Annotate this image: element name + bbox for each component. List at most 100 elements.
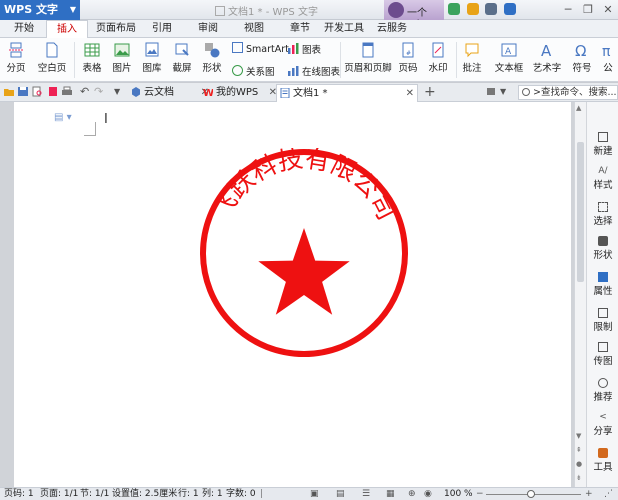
sidebar-item-recommend[interactable]: 推荐	[587, 378, 618, 403]
page-break-button[interactable]: 分页	[2, 42, 30, 74]
status-word-count[interactable]: 字数: 0	[226, 488, 256, 500]
user-account[interactable]: 一个min	[384, 0, 444, 30]
property-icon	[598, 272, 608, 282]
tab-references[interactable]: 引用	[144, 20, 180, 38]
status-column[interactable]: 列: 1	[202, 488, 223, 500]
status-setting-value[interactable]: 设置值: 2.5厘米	[112, 488, 177, 500]
status-page-number[interactable]: 页码: 1	[4, 488, 34, 500]
company-seal[interactable]: 飞跃科技有限公司	[199, 148, 409, 358]
maximize-icon[interactable]: ❐	[578, 0, 598, 20]
tab-section[interactable]: 章节	[282, 20, 318, 38]
tab-page-layout[interactable]: 页面布局	[92, 20, 140, 38]
full-screen-icon[interactable]: ▣	[310, 488, 319, 500]
relation-chart-button[interactable]: 关系图	[232, 64, 275, 78]
new-tab-icon[interactable]: +	[424, 83, 436, 101]
gallery-button[interactable]: 图库	[138, 42, 166, 74]
page-number-button[interactable]: # 页码	[394, 42, 422, 74]
status-section[interactable]: 节: 1/1	[80, 488, 109, 500]
tab-developer[interactable]: 开发工具	[322, 20, 366, 38]
screenshot-button[interactable]: 截屏	[168, 42, 196, 74]
textbox-button[interactable]: A 文本框	[492, 42, 526, 74]
svg-text:A: A	[541, 42, 552, 58]
chevron-down-icon[interactable]: ▼	[500, 86, 510, 97]
undo-icon[interactable]: ↶	[80, 86, 90, 97]
tab-my-wps[interactable]: W 我的WPS ✕	[200, 84, 280, 101]
tab-review[interactable]: 审阅	[190, 20, 226, 38]
tab-cloud-service[interactable]: 云服务	[370, 20, 414, 38]
smartart-button[interactable]: SmartArt	[232, 42, 289, 55]
zoom-out-icon[interactable]: −	[476, 488, 484, 500]
sidebar-item-share[interactable]: < 分享	[587, 412, 618, 437]
close-icon[interactable]: ✕	[598, 0, 618, 20]
print-preview-icon[interactable]	[32, 86, 42, 97]
command-search-input[interactable]: >查找命令、搜索...	[518, 85, 618, 100]
gear-icon[interactable]	[485, 3, 497, 15]
web-view-icon[interactable]: ⊕	[408, 488, 416, 500]
reading-view-icon[interactable]: ▦	[386, 488, 395, 500]
close-tab-icon[interactable]: ✕	[406, 85, 414, 102]
chart-icon	[288, 43, 299, 54]
blank-page-button[interactable]: 空白页	[34, 42, 70, 74]
eye-icon[interactable]: ◉	[424, 488, 432, 500]
save-icon[interactable]	[18, 86, 28, 97]
page-view-icon[interactable]: ▤	[336, 488, 345, 500]
tab-home[interactable]: 开始	[4, 20, 44, 38]
shape-button[interactable]: 形状	[198, 42, 226, 74]
wordart-icon: A	[541, 42, 552, 58]
picture-icon	[114, 43, 130, 57]
scroll-up-icon[interactable]: ▲	[576, 104, 581, 112]
zoom-slider-thumb[interactable]	[527, 490, 535, 498]
zoom-in-icon[interactable]: +	[585, 488, 593, 500]
sidebar-item-upload-image[interactable]: 传图	[587, 342, 618, 367]
comment-button[interactable]: 批注	[460, 42, 484, 74]
open-folder-icon[interactable]	[4, 86, 14, 97]
formula-button[interactable]: π 公	[598, 42, 618, 74]
redo-icon[interactable]: ↷	[94, 86, 104, 97]
minimize-icon[interactable]: ─	[558, 0, 578, 20]
previous-page-icon[interactable]: ⇞	[576, 446, 582, 454]
title-bar: WPS 文字 ▼ 文档1 * - WPS 文字 一个min ─❐✕	[0, 0, 618, 30]
help-icon[interactable]	[503, 3, 516, 15]
watermark-button[interactable]: 水印	[424, 42, 452, 74]
tab-insert[interactable]: 插入	[46, 20, 88, 39]
online-chart-button[interactable]: 在线图表	[288, 64, 340, 78]
print-icon[interactable]	[62, 86, 72, 97]
status-pages[interactable]: 页面: 1/1	[40, 488, 78, 500]
select-browse-icon[interactable]: ●	[576, 460, 582, 468]
header-footer-icon	[362, 42, 374, 58]
restrict-icon	[598, 308, 608, 318]
tab-view[interactable]: 视图	[236, 20, 272, 38]
sidebar-item-restrict[interactable]: 限制	[587, 308, 618, 333]
picture-button[interactable]: 图片	[108, 42, 136, 74]
sidebar-item-shape[interactable]: 形状	[587, 236, 618, 261]
notification-icon[interactable]	[466, 3, 479, 15]
app-name: WPS 文字	[4, 3, 58, 16]
sidebar-item-new[interactable]: 新建	[587, 132, 618, 157]
sidebar-item-select[interactable]: 选择	[587, 202, 618, 227]
status-line[interactable]: 行: 1	[178, 488, 199, 500]
wordart-button[interactable]: A 艺术字	[530, 42, 564, 74]
sidebar-item-style[interactable]: A/样式	[587, 166, 618, 191]
zoom-level[interactable]: 100 %	[444, 488, 473, 500]
tab-list-icon[interactable]	[486, 86, 496, 97]
sidebar-item-tools[interactable]: 工具	[587, 448, 618, 473]
next-page-icon[interactable]: ⇟	[576, 474, 582, 482]
scrollbar-thumb[interactable]	[577, 142, 584, 282]
scroll-down-icon[interactable]: ▼	[576, 432, 581, 440]
vertical-scrollbar[interactable]: ▲ ▼ ⇞ ● ⇟	[574, 102, 586, 487]
document-page[interactable]: ▤ ▾ I 飞跃科技有限公司	[14, 102, 571, 487]
sidebar-item-property[interactable]: 属性	[587, 272, 618, 297]
omega-icon: Ω	[575, 42, 586, 58]
skin-icon[interactable]	[448, 3, 460, 15]
app-menu-button[interactable]: WPS 文字 ▼	[0, 0, 80, 20]
tab-document-1[interactable]: 文档1 * ✕	[276, 84, 418, 102]
chart-button[interactable]: 图表	[288, 42, 321, 56]
outline-view-icon[interactable]: ☰	[362, 488, 370, 500]
symbol-button[interactable]: Ω 符号	[570, 42, 594, 74]
header-footer-button[interactable]: 页眉和页脚	[344, 42, 392, 74]
export-pdf-icon[interactable]	[48, 86, 58, 97]
table-button[interactable]: 表格	[78, 42, 106, 74]
customize-toolbar-icon[interactable]: ▼	[114, 86, 124, 97]
paragraph-layout-icon[interactable]: ▤ ▾	[54, 112, 72, 123]
relation-chart-icon	[232, 65, 243, 76]
